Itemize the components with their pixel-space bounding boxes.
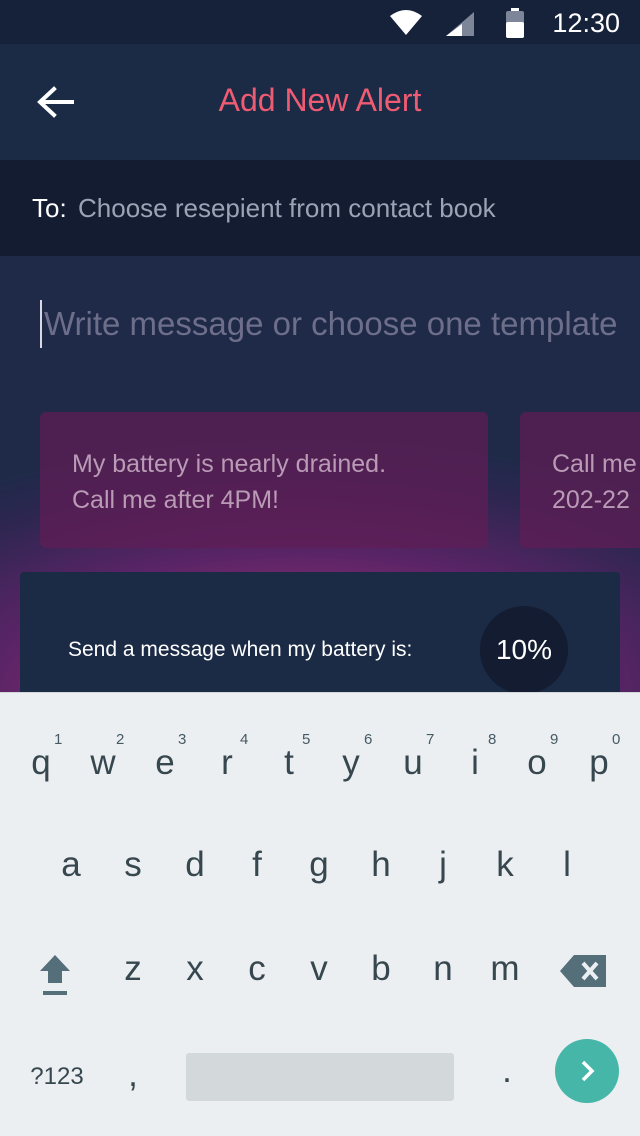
template-text-line: 202-22 — [552, 486, 630, 514]
key-char: o — [527, 743, 547, 782]
key-char: p — [589, 743, 609, 782]
shift-key[interactable] — [24, 949, 86, 1053]
clock: 12:30 — [552, 8, 620, 38]
key-char: . — [502, 1051, 512, 1090]
key-d[interactable]: d — [164, 845, 226, 949]
key-w[interactable]: 2w — [72, 693, 134, 797]
key-o[interactable]: 9o — [506, 693, 568, 797]
key-f[interactable]: f — [226, 845, 288, 949]
key-char: a — [61, 845, 81, 884]
battery-alert-label: Send a message when my battery is: — [68, 638, 413, 661]
recipient-label: To: — [32, 193, 67, 223]
key-char: n — [433, 949, 453, 988]
key-char: d — [185, 845, 205, 884]
symbols-key[interactable]: ?123 — [20, 1063, 94, 1136]
message-input[interactable]: Write message or choose one template — [40, 300, 640, 348]
soft-keyboard: 1q 2w 3e 4r 5t 6y 7u 8i 9o 0p a s d f g … — [0, 692, 640, 1136]
key-char: j — [439, 845, 447, 884]
battery-alert-panel: Send a message when my battery is: 10% — [20, 572, 620, 712]
key-c[interactable]: c — [226, 949, 288, 1053]
key-char: w — [90, 743, 116, 782]
key-char: t — [284, 743, 294, 782]
enter-button[interactable] — [555, 1039, 619, 1103]
key-char: q — [31, 743, 51, 782]
key-char: y — [342, 743, 360, 782]
key-char: c — [248, 949, 266, 988]
key-char: l — [563, 845, 571, 884]
battery-icon — [506, 8, 524, 38]
key-char: m — [490, 949, 520, 988]
key-char: e — [155, 743, 175, 782]
key-char: ?123 — [30, 1063, 84, 1090]
key-v[interactable]: v — [288, 949, 350, 1053]
chevron-right-icon — [581, 1060, 595, 1082]
template-text-line: Call me after 4PM! — [72, 486, 280, 514]
key-char: z — [124, 949, 142, 988]
key-u[interactable]: 7u — [382, 693, 444, 797]
key-char: , — [128, 1055, 138, 1094]
key-k[interactable]: k — [474, 845, 536, 949]
key-char: h — [371, 845, 391, 884]
template-text-line: My battery is nearly drained. — [72, 450, 387, 478]
key-s[interactable]: s — [102, 845, 164, 949]
battery-threshold-button[interactable]: 10% — [480, 606, 568, 694]
key-h[interactable]: h — [350, 845, 412, 949]
space-bar[interactable] — [186, 1053, 454, 1101]
template-text-line: Call me — [552, 450, 637, 478]
key-z[interactable]: z — [102, 949, 164, 1053]
key-y[interactable]: 6y — [320, 693, 382, 797]
period-key[interactable]: . — [476, 1051, 538, 1136]
key-char: v — [310, 949, 328, 988]
key-a[interactable]: a — [40, 845, 102, 949]
comma-key[interactable]: , — [102, 1055, 164, 1136]
page-title: Add New Alert — [218, 82, 422, 118]
key-char: k — [496, 845, 514, 884]
key-char: x — [186, 949, 204, 988]
key-char: s — [124, 845, 142, 884]
key-b[interactable]: b — [350, 949, 412, 1053]
shift-icon — [40, 955, 70, 995]
key-char: g — [309, 845, 329, 884]
key-j[interactable]: j — [412, 845, 474, 949]
template-card[interactable]: Call me 202-22 — [520, 412, 640, 548]
key-char: u — [403, 743, 423, 782]
key-n[interactable]: n — [412, 949, 474, 1053]
cell-signal-icon — [446, 12, 474, 36]
app-bar: Add New Alert — [0, 44, 640, 160]
key-i[interactable]: 8i — [444, 693, 506, 797]
template-card[interactable]: My battery is nearly drained. Call me af… — [40, 412, 488, 548]
backspace-icon — [560, 955, 606, 987]
key-l[interactable]: l — [536, 845, 598, 949]
key-char: r — [221, 743, 233, 782]
status-bar: 12:30 — [0, 0, 640, 44]
key-r[interactable]: 4r — [196, 693, 258, 797]
recipient-field[interactable]: To: Choose resepient from contact book — [0, 160, 640, 256]
recipient-placeholder: Choose resepient from contact book — [78, 193, 496, 223]
key-char: i — [471, 743, 479, 782]
key-t[interactable]: 5t — [258, 693, 320, 797]
key-m[interactable]: m — [474, 949, 536, 1053]
backspace-key[interactable] — [552, 949, 614, 1053]
key-x[interactable]: x — [164, 949, 226, 1053]
key-p[interactable]: 0p — [568, 693, 630, 797]
key-char: f — [252, 845, 262, 884]
key-q[interactable]: 1q — [10, 693, 72, 797]
key-char: b — [371, 949, 391, 988]
wifi-icon — [390, 10, 422, 35]
key-e[interactable]: 3e — [134, 693, 196, 797]
key-g[interactable]: g — [288, 845, 350, 949]
